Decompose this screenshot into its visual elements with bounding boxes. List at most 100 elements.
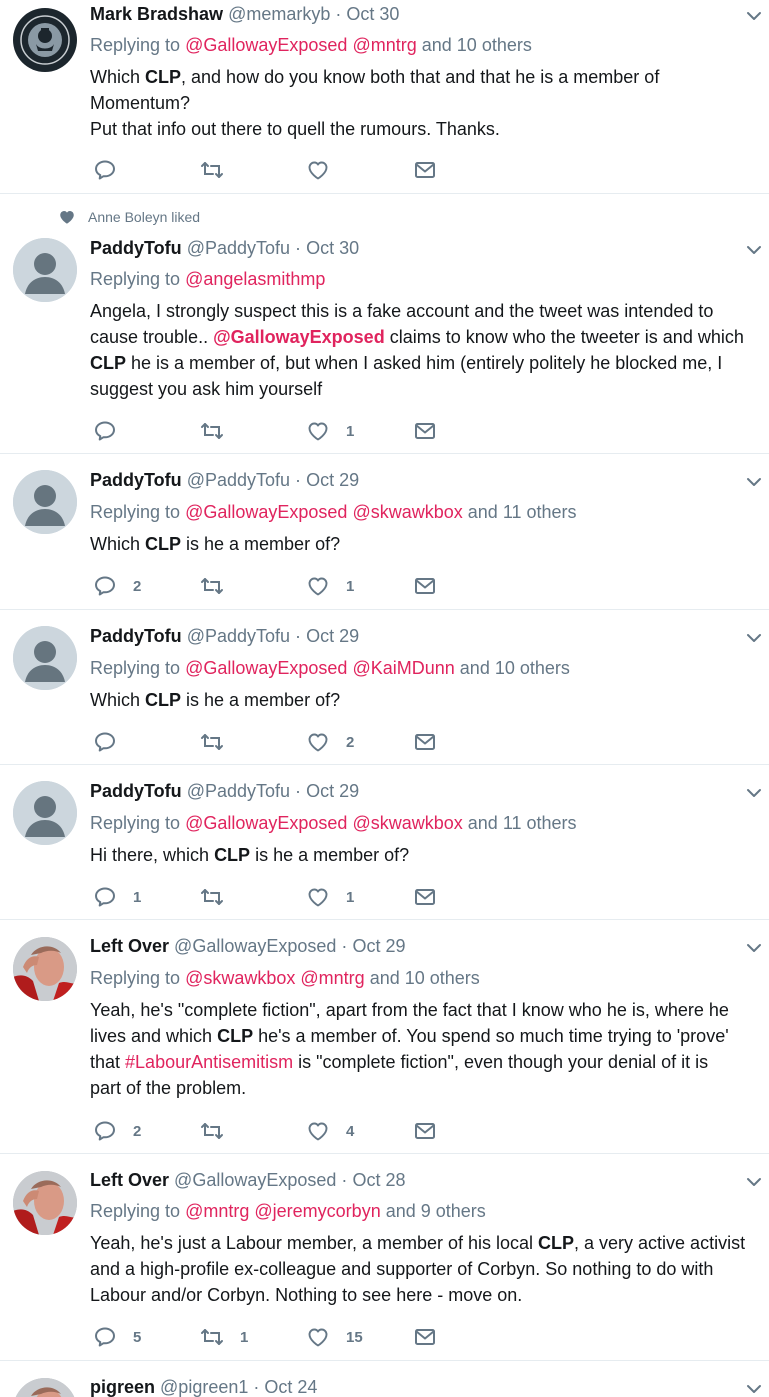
- tweet-6[interactable]: Left Over @GallowayExposed · Oct 29 Repl…: [0, 921, 769, 1154]
- reply-mention[interactable]: @GallowayExposed: [185, 813, 347, 833]
- reply-others[interactable]: and 9 others: [386, 1201, 486, 1221]
- direct-message-button[interactable]: [413, 730, 437, 754]
- retweet-button[interactable]: [200, 730, 240, 754]
- like-button[interactable]: 4: [306, 1119, 354, 1143]
- direct-message-button[interactable]: [413, 1325, 437, 1349]
- tweet-date[interactable]: Oct 30: [346, 4, 399, 24]
- hashtag-link[interactable]: #LabourAntisemitism: [125, 1052, 293, 1072]
- display-name[interactable]: PaddyTofu: [90, 470, 182, 490]
- reply-mention[interactable]: @skwawkbox: [352, 813, 462, 833]
- retweet-button[interactable]: [200, 885, 240, 909]
- display-name[interactable]: PaddyTofu: [90, 238, 182, 258]
- reply-mention[interactable]: @skwawkbox: [352, 502, 462, 522]
- reply-mention[interactable]: @angelasmithmp: [185, 269, 325, 289]
- reply-button[interactable]: 1: [93, 885, 141, 909]
- reply-mention[interactable]: @GallowayExposed: [185, 502, 347, 522]
- tweet-2[interactable]: Anne Boleyn liked PaddyTofu @PaddyTofu ·…: [0, 195, 769, 454]
- display-name[interactable]: Left Over: [90, 1170, 169, 1190]
- retweet-button[interactable]: [200, 419, 240, 443]
- tweet-date[interactable]: Oct 28: [352, 1170, 405, 1190]
- tweet-4[interactable]: PaddyTofu @PaddyTofu · Oct 29 Replying t…: [0, 611, 769, 765]
- more-options-chevron-icon[interactable]: [745, 939, 763, 957]
- tweet-3[interactable]: PaddyTofu @PaddyTofu · Oct 29 Replying t…: [0, 455, 769, 610]
- reply-mention[interactable]: @jeremycorbyn: [254, 1201, 380, 1221]
- more-options-chevron-icon[interactable]: [745, 7, 763, 25]
- direct-message-button[interactable]: [413, 885, 437, 909]
- direct-message-button[interactable]: [413, 1119, 437, 1143]
- more-options-chevron-icon[interactable]: [745, 629, 763, 647]
- like-button[interactable]: 1: [306, 885, 354, 909]
- user-handle[interactable]: @GallowayExposed: [174, 936, 336, 956]
- user-handle[interactable]: @pigreen1: [160, 1377, 248, 1397]
- like-button[interactable]: 1: [306, 419, 354, 443]
- display-name[interactable]: pigreen: [90, 1377, 155, 1397]
- reply-mention[interactable]: @GallowayExposed: [185, 35, 347, 55]
- reply-others[interactable]: and 11 others: [468, 502, 577, 522]
- user-handle[interactable]: @PaddyTofu: [187, 238, 290, 258]
- reply-mention[interactable]: @mntrg: [300, 968, 364, 988]
- retweet-button[interactable]: [200, 1119, 240, 1143]
- reply-button[interactable]: 2: [93, 1119, 141, 1143]
- avatar[interactable]: [13, 1378, 77, 1397]
- avatar[interactable]: [13, 626, 77, 690]
- more-options-chevron-icon[interactable]: [745, 241, 763, 259]
- more-options-chevron-icon[interactable]: [745, 473, 763, 491]
- display-name[interactable]: PaddyTofu: [90, 626, 182, 646]
- reply-others[interactable]: and 10 others: [460, 658, 570, 678]
- like-button[interactable]: 2: [306, 730, 354, 754]
- tweet-1[interactable]: Mark Bradshaw @memarkyb · Oct 30 Replyin…: [0, 0, 769, 194]
- user-handle[interactable]: @memarkyb: [228, 4, 330, 24]
- tweet-8[interactable]: pigreen @pigreen1 · Oct 24: [0, 1362, 769, 1397]
- more-options-chevron-icon[interactable]: [745, 1380, 763, 1397]
- reply-others[interactable]: and 11 others: [468, 813, 577, 833]
- display-name[interactable]: Mark Bradshaw: [90, 4, 223, 24]
- avatar[interactable]: [13, 1171, 77, 1235]
- display-name[interactable]: PaddyTofu: [90, 781, 182, 801]
- tweet-date[interactable]: Oct 29: [306, 470, 359, 490]
- reply-mention[interactable]: @mntrg: [352, 35, 416, 55]
- reply-mention[interactable]: @mntrg: [185, 1201, 249, 1221]
- tweet-date[interactable]: Oct 24: [264, 1377, 317, 1397]
- direct-message-button[interactable]: [413, 574, 437, 598]
- reply-button[interactable]: [93, 158, 133, 182]
- avatar[interactable]: [13, 8, 77, 72]
- retweet-button[interactable]: 1: [200, 1325, 248, 1349]
- user-handle[interactable]: @PaddyTofu: [187, 626, 290, 646]
- like-count: 1: [346, 422, 355, 440]
- reply-button[interactable]: 5: [93, 1325, 141, 1349]
- more-options-chevron-icon[interactable]: [745, 784, 763, 802]
- reply-button[interactable]: 2: [93, 574, 141, 598]
- reply-others[interactable]: and 10 others: [422, 35, 532, 55]
- reply-mention[interactable]: @KaiMDunn: [352, 658, 454, 678]
- reply-button[interactable]: [93, 730, 133, 754]
- heart-icon: [306, 1119, 330, 1143]
- tweet-date[interactable]: Oct 29: [352, 936, 405, 956]
- text-mention[interactable]: @GallowayExposed: [213, 327, 385, 347]
- retweet-button[interactable]: [200, 158, 240, 182]
- avatar[interactable]: [13, 238, 77, 302]
- avatar[interactable]: [13, 470, 77, 534]
- like-button[interactable]: 15: [306, 1325, 363, 1349]
- reply-button[interactable]: [93, 419, 133, 443]
- tweet-7[interactable]: Left Over @GallowayExposed · Oct 28 Repl…: [0, 1155, 769, 1361]
- reply-mention[interactable]: @skwawkbox: [185, 968, 295, 988]
- tweet-5[interactable]: PaddyTofu @PaddyTofu · Oct 29 Replying t…: [0, 766, 769, 920]
- direct-message-button[interactable]: [413, 419, 437, 443]
- like-button[interactable]: [306, 158, 346, 182]
- user-handle[interactable]: @PaddyTofu: [187, 470, 290, 490]
- avatar[interactable]: [13, 937, 77, 1001]
- reply-mention[interactable]: @GallowayExposed: [185, 658, 347, 678]
- direct-message-button[interactable]: [413, 158, 437, 182]
- social-context-label[interactable]: Anne Boleyn liked: [88, 209, 200, 225]
- tweet-date[interactable]: Oct 30: [306, 238, 359, 258]
- user-handle[interactable]: @GallowayExposed: [174, 1170, 336, 1190]
- retweet-button[interactable]: [200, 574, 240, 598]
- tweet-date[interactable]: Oct 29: [306, 781, 359, 801]
- reply-others[interactable]: and 10 others: [370, 968, 480, 988]
- like-button[interactable]: 1: [306, 574, 354, 598]
- more-options-chevron-icon[interactable]: [745, 1173, 763, 1191]
- avatar[interactable]: [13, 781, 77, 845]
- user-handle[interactable]: @PaddyTofu: [187, 781, 290, 801]
- display-name[interactable]: Left Over: [90, 936, 169, 956]
- tweet-date[interactable]: Oct 29: [306, 626, 359, 646]
